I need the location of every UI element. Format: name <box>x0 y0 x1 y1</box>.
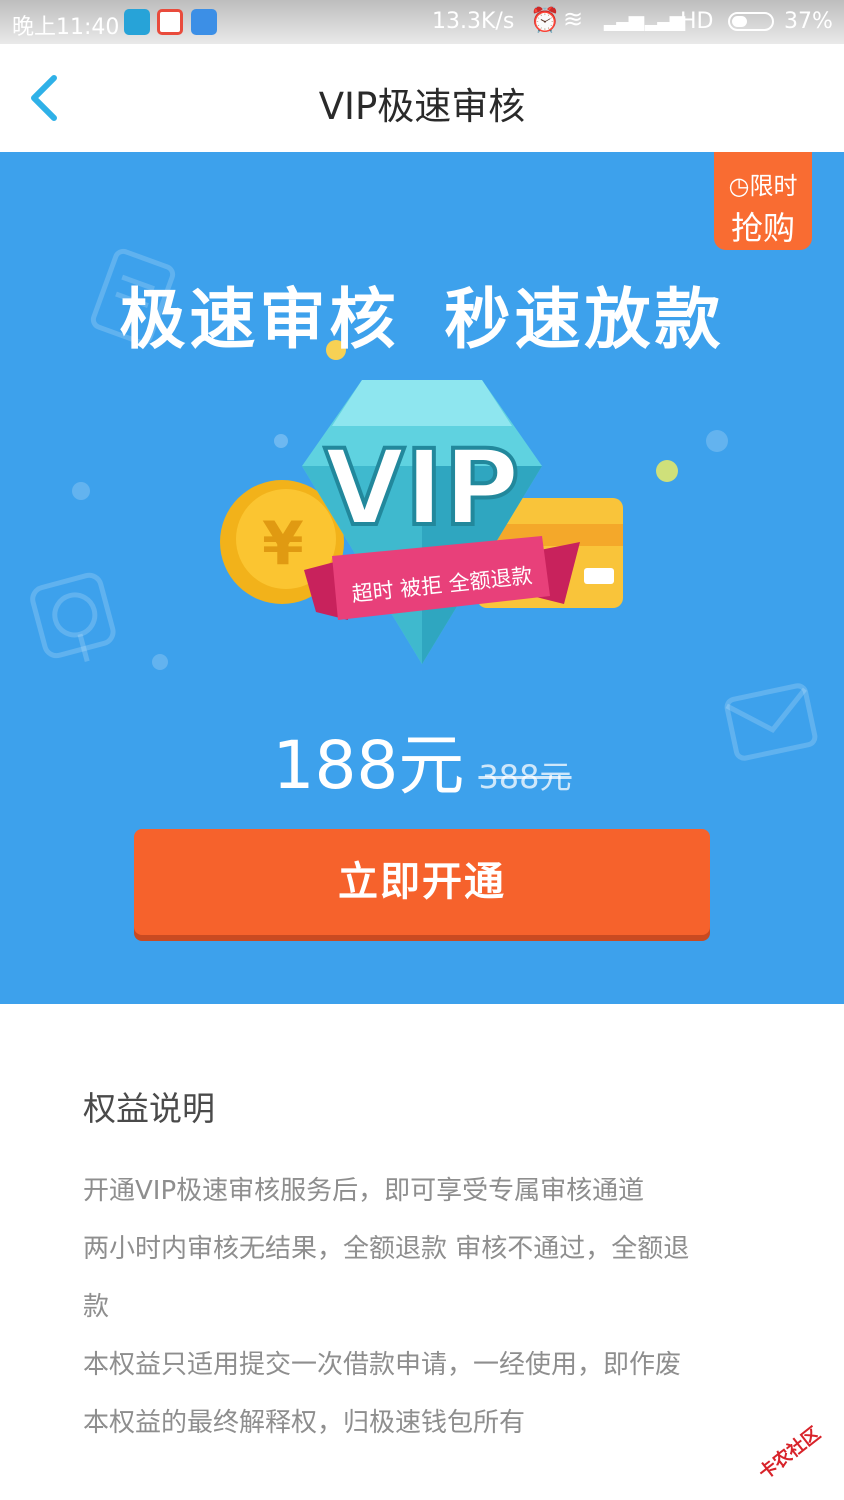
dot-decoration <box>152 654 168 670</box>
tag-line2: 抢购 <box>730 209 795 247</box>
message-app-icon <box>191 9 217 35</box>
rights-line: 本权益的最终解释权，归极速钱包所有 <box>83 1408 526 1438</box>
nav-bar: VIP极速审核 <box>0 44 844 152</box>
hd-indicator: HD <box>680 9 714 34</box>
signal-icon: ▂▃▅ <box>604 7 644 31</box>
watermark-logo: 卡农社区 <box>749 1412 836 1487</box>
rights-line: 开通VIP极速审核服务后，即可享受专属审核通道 <box>83 1176 645 1206</box>
status-time: 晚上11:40 <box>12 15 120 40</box>
rights-line: 两小时内审核无结果，全额退款 审核不通过，全额退 <box>83 1234 690 1264</box>
network-speed: 13.3K/s <box>432 9 515 34</box>
svg-text:卡农社区: 卡农社区 <box>754 1422 824 1484</box>
rights-heading: 权益说明 <box>83 1089 215 1128</box>
vip-text: VIP <box>324 427 519 549</box>
svg-text:¥: ¥ <box>262 509 304 579</box>
page-title: VIP极速审核 <box>318 85 526 128</box>
magnifier-decoration-icon <box>30 572 116 662</box>
dot-decoration <box>72 482 90 500</box>
headline: 极速审核 秒速放款 <box>119 281 725 358</box>
status-bar: 晚上11:40 13.3K/s ⏰ ≋ ▂▃▅ ▂▃▅ HD 37% <box>0 0 844 44</box>
original-price: 388元 <box>478 758 572 796</box>
clock-app-icon <box>124 9 150 35</box>
current-price: 188元 <box>272 727 465 804</box>
signal-icon: ▂▃▅ <box>645 7 685 31</box>
coin-decoration <box>656 460 678 482</box>
rights-line: 款 <box>83 1292 110 1322</box>
battery-icon <box>728 12 774 31</box>
wifi-icon: ≋ <box>563 5 584 33</box>
activate-now-button[interactable]: 立即开通 <box>134 829 710 935</box>
tag-line1: 限时 <box>749 172 798 200</box>
promo-banner: ◷限时 抢购 极速审核 秒速放款 ¥ VIP 超时 被拒 全额退款 188元 38… <box>0 152 844 1004</box>
dot-decoration <box>706 430 728 452</box>
battery-percentage: 37% <box>784 9 833 34</box>
alarm-icon: ⏰ <box>530 6 560 34</box>
colorful-app-icon <box>157 9 183 35</box>
vip-diamond-illustration: ¥ VIP 超时 被拒 全额退款 <box>220 380 623 664</box>
limited-time-tag: ◷限时 抢购 <box>714 152 812 250</box>
price-row: 188元 388元 <box>0 712 844 808</box>
rights-section: 权益说明 开通VIP极速审核服务后，即可享受专属审核通道 两小时内审核无结果，全… <box>83 1082 773 1452</box>
clock-icon: ◷ <box>728 172 750 200</box>
rights-line: 本权益只适用提交一次借款申请，一经使用，即作废 <box>83 1350 682 1380</box>
